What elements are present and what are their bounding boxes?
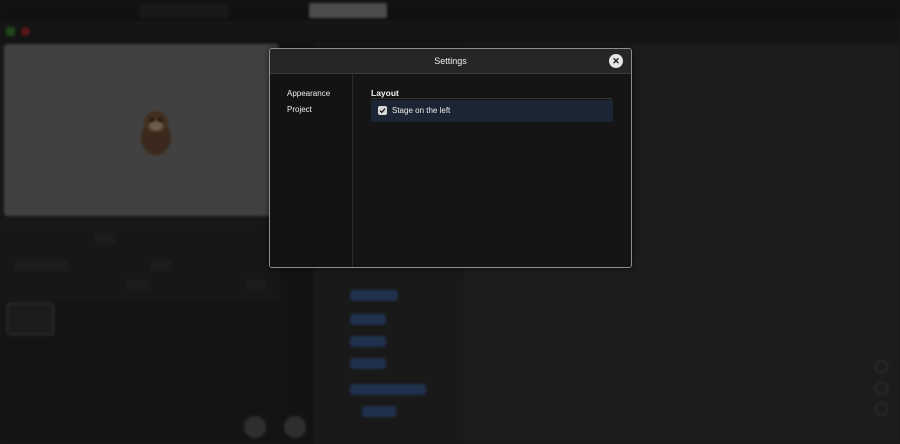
settings-content: Layout Stage on the left [353, 74, 631, 267]
sidebar-item-project[interactable]: Project [287, 105, 312, 114]
divider [371, 98, 612, 99]
settings-sidebar: Appearance Project [270, 74, 353, 267]
settings-modal: Settings ✕ Appearance Project Layout Sta… [269, 48, 632, 268]
section-title: Layout [371, 88, 399, 98]
modal-title: Settings [434, 56, 467, 66]
sidebar-item-appearance[interactable]: Appearance [287, 89, 330, 98]
checkmark-icon [379, 108, 386, 114]
close-icon: ✕ [612, 56, 620, 66]
modal-header: Settings ✕ [270, 49, 631, 74]
option-label: Stage on the left [392, 106, 451, 115]
close-button[interactable]: ✕ [609, 54, 623, 68]
stage-on-left-checkbox[interactable] [378, 106, 387, 115]
stage-on-left-option[interactable]: Stage on the left [371, 100, 613, 122]
